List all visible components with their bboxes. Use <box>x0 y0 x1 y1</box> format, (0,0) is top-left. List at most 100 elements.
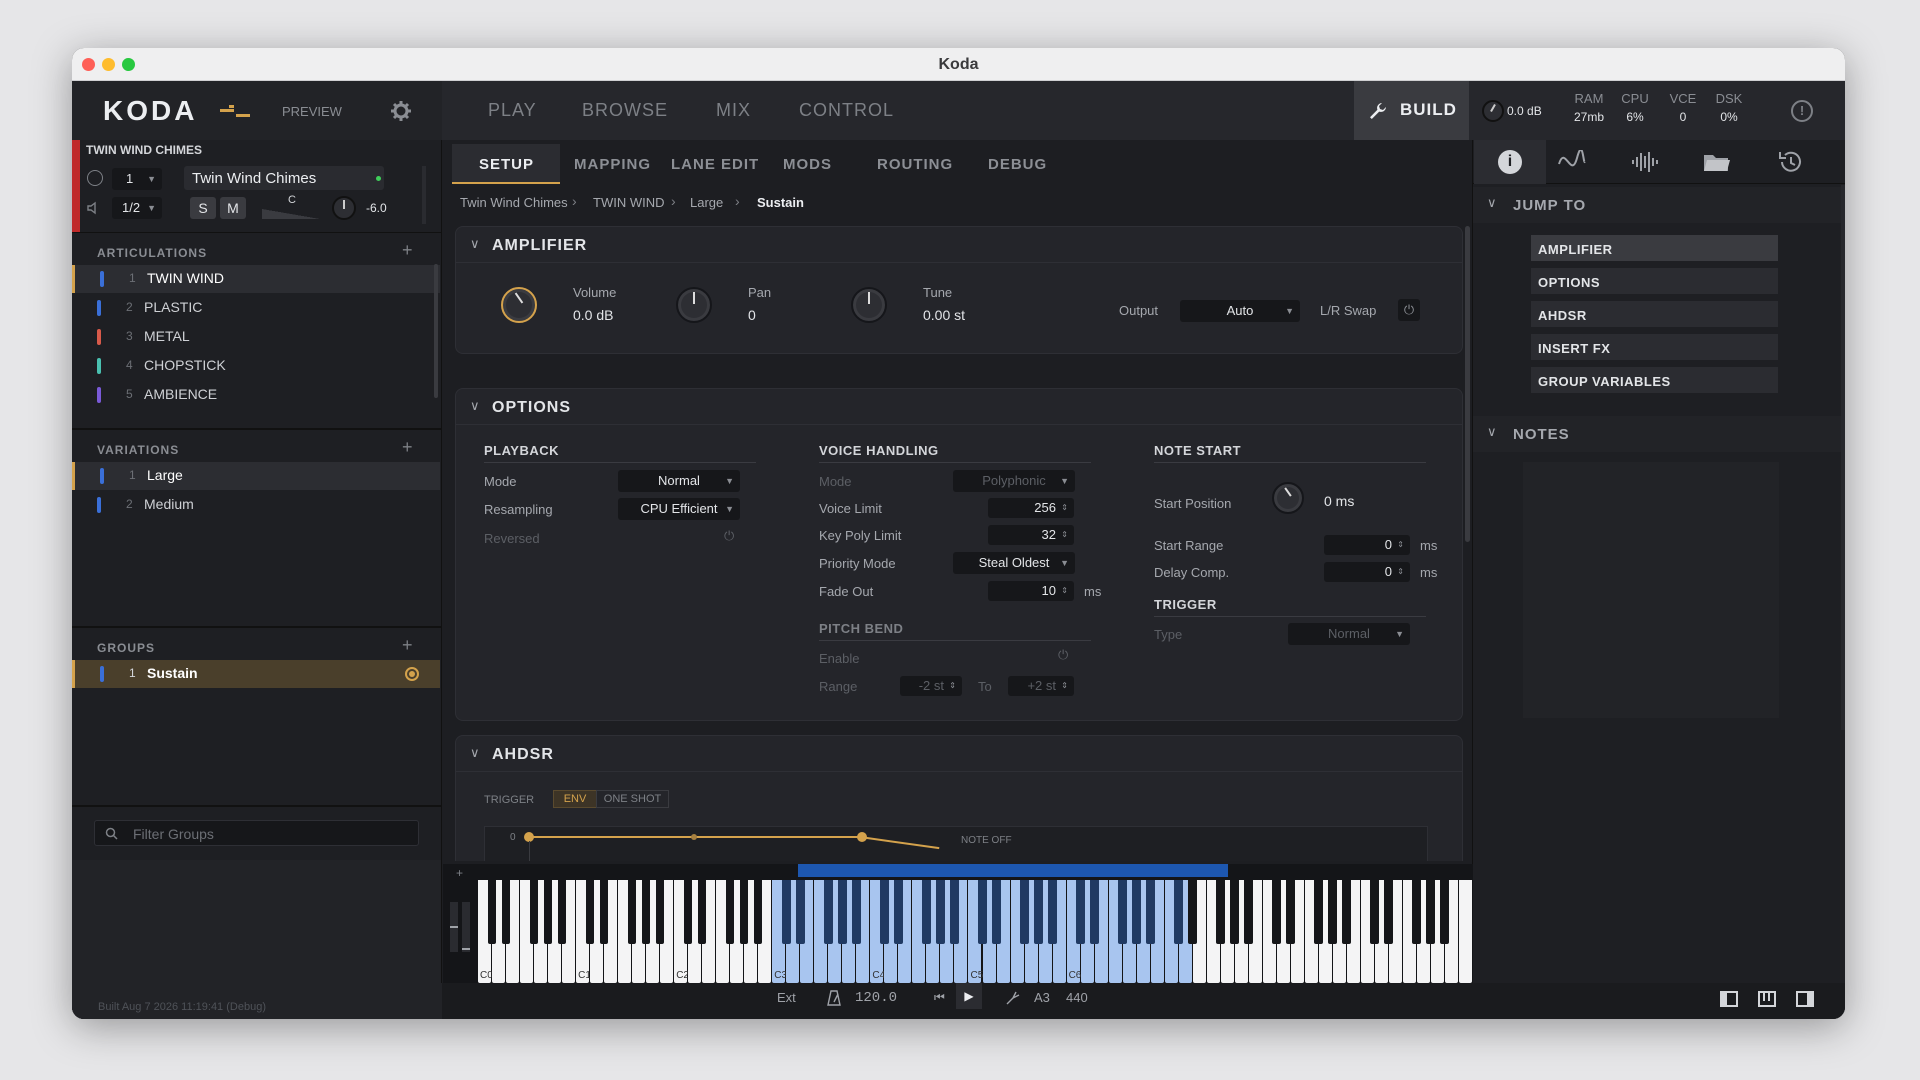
jump-group-variables[interactable]: GROUP VARIABLES <box>1531 367 1778 393</box>
pitch-bend-from-input[interactable]: -2 st ⇕ <box>900 676 962 696</box>
black-key[interactable] <box>978 880 987 944</box>
black-key[interactable] <box>487 880 497 944</box>
voice-limit-input[interactable]: 256 ⇕ <box>988 498 1074 518</box>
playback-mode-select[interactable]: Normal ▼ <box>618 470 740 492</box>
jump-to-header[interactable]: ∨ JUMP TO <box>1473 187 1845 223</box>
start-range-input[interactable]: 0 ⇕ <box>1324 535 1410 555</box>
reference-note[interactable]: A3 <box>1034 990 1050 1005</box>
articulation-item-ambience[interactable]: 5 AMBIENCE <box>72 381 440 409</box>
black-key[interactable] <box>1216 880 1225 944</box>
priority-mode-select[interactable]: Steal Oldest ▼ <box>953 552 1075 574</box>
group-item-sustain[interactable]: 1 Sustain <box>72 660 440 688</box>
envelope-graph[interactable]: 0 NOTE OFF <box>484 826 1428 861</box>
black-key[interactable] <box>1384 880 1394 944</box>
volume-knob[interactable] <box>501 287 537 323</box>
division-select[interactable]: 1/2 ▼ <box>112 197 162 219</box>
options-header[interactable]: ∨ OPTIONS <box>456 389 1462 425</box>
tab-lane-edit[interactable]: LANE EDIT <box>671 156 759 173</box>
env-toggle[interactable]: ENV <box>553 790 597 808</box>
trigger-type-select[interactable]: Normal ▼ <box>1288 623 1410 645</box>
black-key[interactable] <box>1188 880 1197 944</box>
black-key[interactable] <box>1370 880 1380 944</box>
pan-slider[interactable] <box>262 209 320 219</box>
breadcrumb-instrument[interactable]: Twin Wind Chimes <box>460 195 568 210</box>
lr-swap-power-icon[interactable]: ⏻ <box>1398 299 1420 321</box>
black-key[interactable] <box>879 880 889 944</box>
instrument-volume-knob[interactable] <box>332 196 356 220</box>
black-key[interactable] <box>627 880 637 944</box>
black-key[interactable] <box>1412 880 1422 944</box>
tab-mapping[interactable]: MAPPING <box>574 156 651 173</box>
black-key[interactable] <box>641 880 651 944</box>
add-variation-button[interactable]: + <box>402 437 413 458</box>
black-key[interactable] <box>1426 880 1436 944</box>
black-key[interactable] <box>1118 880 1127 944</box>
articulation-item-metal[interactable]: 3 METAL <box>72 323 440 351</box>
black-key[interactable] <box>753 880 763 944</box>
tab-browse[interactable]: BROWSE <box>582 100 668 121</box>
tune-knob[interactable] <box>851 287 887 323</box>
jump-options[interactable]: OPTIONS <box>1531 268 1778 294</box>
alert-icon[interactable]: ! <box>1791 100 1813 122</box>
voice-mode-select[interactable]: Polyphonic ▼ <box>953 470 1075 492</box>
pan-knob[interactable] <box>676 287 712 323</box>
tab-mix[interactable]: MIX <box>716 100 751 121</box>
black-key[interactable] <box>1174 880 1183 944</box>
ahdsr-header[interactable]: ∨ AHDSR <box>456 736 1462 772</box>
solo-button[interactable]: S <box>190 197 216 219</box>
black-key[interactable] <box>697 880 707 944</box>
add-group-button[interactable]: + <box>402 635 413 656</box>
jump-insert-fx[interactable]: INSERT FX <box>1531 334 1778 360</box>
black-key[interactable] <box>1076 880 1085 944</box>
black-key[interactable] <box>1034 880 1043 944</box>
black-key[interactable] <box>1272 880 1281 944</box>
volume-value[interactable]: 0.0 dB <box>573 307 613 323</box>
instrument-name[interactable]: Twin Wind Chimes <box>184 166 384 190</box>
key-range-bar[interactable] <box>798 864 1228 877</box>
folder-icon[interactable] <box>1702 151 1732 173</box>
keyboard-toggle-icon[interactable] <box>1758 991 1776 1007</box>
black-key[interactable] <box>1314 880 1324 944</box>
black-key[interactable] <box>655 880 665 944</box>
filter-groups-input[interactable]: Filter Groups <box>94 820 419 846</box>
add-zone-button[interactable]: + <box>456 866 463 880</box>
pitch-wheel[interactable] <box>450 902 458 952</box>
add-articulation-button[interactable]: + <box>402 240 413 261</box>
tab-debug[interactable]: DEBUG <box>988 156 1047 173</box>
black-key[interactable] <box>837 880 847 944</box>
metronome-icon[interactable] <box>827 990 841 1006</box>
black-key[interactable] <box>501 880 511 944</box>
black-key[interactable] <box>683 880 693 944</box>
main-scrollbar[interactable] <box>1465 226 1470 542</box>
black-key[interactable] <box>1440 880 1450 944</box>
play-icon[interactable]: ▶ <box>956 983 982 1009</box>
tempo-value[interactable]: 120.0 <box>855 990 897 1006</box>
black-key[interactable] <box>585 880 595 944</box>
black-key[interactable] <box>795 880 805 944</box>
hold-handle[interactable] <box>691 834 697 840</box>
tuning-hz[interactable]: 440 <box>1066 990 1088 1005</box>
tab-mods[interactable]: MODS <box>783 156 832 173</box>
black-key[interactable] <box>1328 880 1338 944</box>
black-key[interactable] <box>529 880 539 944</box>
black-key[interactable] <box>739 880 749 944</box>
sample-waveform-icon[interactable] <box>1630 150 1660 174</box>
black-key[interactable] <box>1132 880 1141 944</box>
build-button[interactable]: BUILD <box>1354 81 1469 140</box>
black-key[interactable] <box>1230 880 1239 944</box>
black-key[interactable] <box>557 880 567 944</box>
pan-value[interactable]: 0 <box>748 307 756 323</box>
black-key[interactable] <box>893 880 903 944</box>
piano-keyboard[interactable]: C0 C1 C2 C3 C4 C5 C6 <box>478 880 1473 983</box>
output-select[interactable]: Auto ▼ <box>1180 300 1300 322</box>
resampling-select[interactable]: CPU Efficient ▼ <box>618 498 740 520</box>
decay-handle[interactable] <box>857 832 867 842</box>
group-active-icon[interactable] <box>405 667 419 681</box>
amplifier-header[interactable]: ∨ AMPLIFIER <box>456 227 1462 263</box>
tab-control[interactable]: CONTROL <box>799 100 894 121</box>
preview-label[interactable]: PREVIEW <box>282 104 342 119</box>
black-key[interactable] <box>599 880 609 944</box>
jump-ahdsr[interactable]: AHDSR <box>1531 301 1778 327</box>
articulations-scrollbar[interactable] <box>434 264 438 398</box>
instrument-slot-select[interactable]: 1 ▼ <box>112 168 162 190</box>
